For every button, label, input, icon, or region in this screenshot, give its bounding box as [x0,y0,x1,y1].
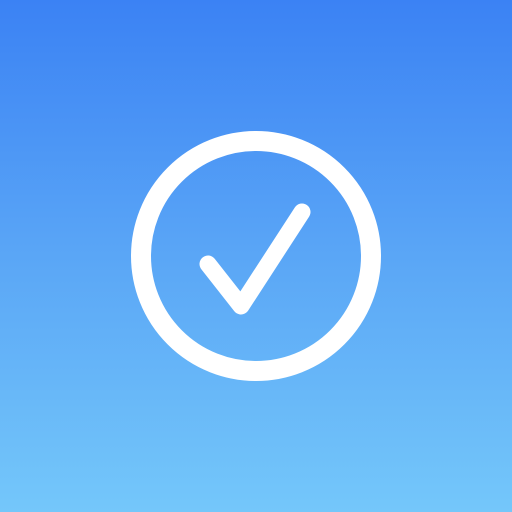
icon-ring [131,131,381,381]
checkmark [199,203,311,315]
check-circle-icon [131,131,381,381]
app-icon-tile [0,0,512,512]
